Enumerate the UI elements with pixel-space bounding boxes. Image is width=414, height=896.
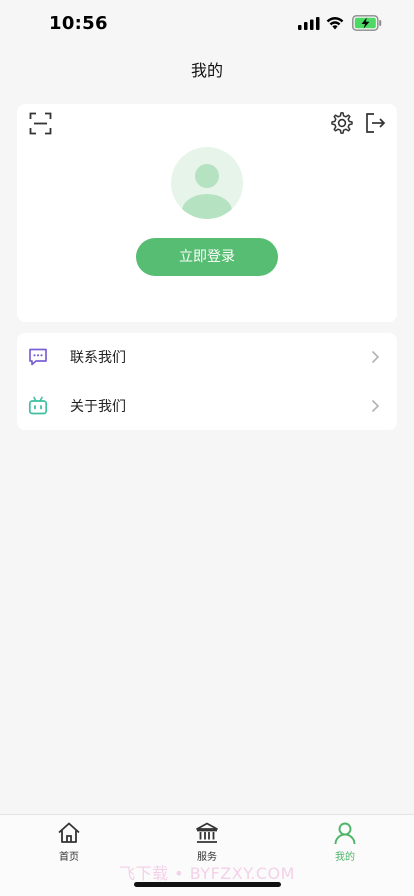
home-icon [58,822,80,843]
tab-home[interactable]: 首页 [39,821,99,863]
chevron-right-icon [371,399,380,413]
avatar-user-icon [182,164,232,219]
scan-icon[interactable] [29,112,52,135]
tab-label: 首页 [59,852,79,863]
menu-card: 联系我们 关于我们 [17,333,397,430]
profile-card: 立即登录 [17,104,397,322]
page-title: 我的 [190,61,223,80]
gear-icon[interactable] [330,111,354,135]
menu-item-label: 联系我们 [70,350,126,366]
battery-charging-icon [352,15,382,31]
wifi-icon [326,17,344,30]
home-indicator[interactable] [134,882,281,887]
status-bar: 10:56 [0,0,414,48]
robot-icon [28,396,48,415]
logout-icon[interactable] [364,112,386,134]
chat-icon [29,348,47,366]
tab-mine[interactable]: 我的 [315,821,375,863]
screen: 10:56 我的 立即登录 联系我们 关于我们 首页 服务 我的 飞下载 • B… [0,0,414,896]
watermark: 飞下载 • BYFZXY.COM [119,864,295,883]
login-button[interactable]: 立即登录 [136,238,278,276]
tab-label: 我的 [335,852,355,863]
menu-item-contact-us[interactable]: 联系我们 [17,333,397,381]
chevron-right-icon [371,350,380,364]
user-icon [334,822,356,845]
bank-icon [196,822,218,843]
menu-item-about-us[interactable]: 关于我们 [17,382,397,430]
status-time: 10:56 [49,13,108,34]
cellular-signal-icon [298,17,320,30]
avatar[interactable] [171,147,243,219]
menu-item-label: 关于我们 [70,399,126,415]
tab-service[interactable]: 服务 [177,821,237,863]
